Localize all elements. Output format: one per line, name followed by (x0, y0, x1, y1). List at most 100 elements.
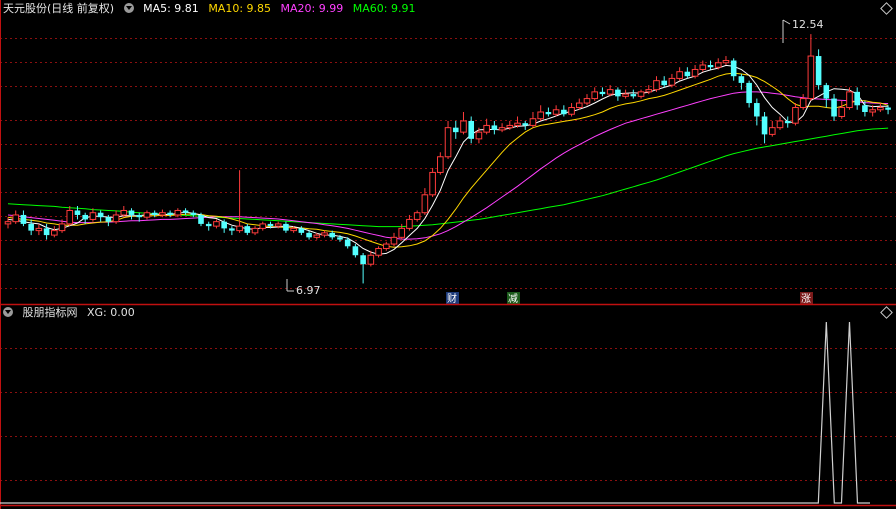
candle (722, 56, 730, 65)
candle (306, 230, 312, 240)
candle-body (645, 89, 653, 93)
candle-body (229, 228, 235, 231)
candle (691, 65, 699, 79)
candle-body (174, 209, 182, 216)
candle (283, 221, 289, 233)
indicator-dropdown-circle-icon[interactable] (3, 307, 13, 317)
candle-body (838, 107, 846, 117)
candle-body (35, 227, 43, 232)
candle-body (537, 111, 544, 120)
candle-body (429, 171, 436, 196)
candle-body (182, 210, 189, 213)
candle-body (89, 212, 97, 220)
candle (599, 87, 606, 97)
kline-chart[interactable]: 12.54 6.97 财 减 涨 (0, 0, 896, 509)
candle (20, 210, 27, 227)
candle (89, 208, 97, 222)
candle-body (606, 89, 614, 95)
dropdown-circle-icon[interactable] (123, 3, 134, 13)
candle-body (854, 91, 860, 106)
candle (12, 210, 20, 224)
candle-body (105, 217, 112, 222)
candle (66, 206, 74, 227)
candle (406, 214, 413, 231)
candle-body (552, 109, 560, 115)
candle-body (637, 91, 645, 97)
candle (591, 87, 599, 101)
candle-body (498, 127, 506, 131)
candle (615, 87, 621, 101)
candle-body (58, 223, 66, 232)
candle-body (738, 76, 745, 83)
high-price-label: 12.54 (792, 18, 824, 31)
candle (815, 49, 822, 90)
candle (444, 120, 452, 159)
stock-title[interactable]: 天元股份(日线 前复权) (3, 2, 114, 15)
candle-body (413, 212, 421, 220)
candle-body (337, 237, 343, 240)
indicator-title[interactable]: 股朋指标网 (23, 306, 78, 319)
event-marker-cai[interactable]: 财 (446, 292, 459, 305)
svg-text:财: 财 (447, 292, 457, 305)
candle (236, 170, 243, 233)
candle-body (784, 120, 791, 124)
candlesticks (4, 34, 891, 284)
candle-body (583, 98, 591, 104)
candle-body (329, 232, 336, 238)
candle-body (128, 210, 135, 215)
candle (799, 94, 807, 110)
candle (622, 89, 629, 99)
candle-body (167, 212, 173, 215)
candle-body (684, 71, 691, 77)
candle-body (398, 227, 406, 238)
candle (676, 67, 683, 81)
candle-body (290, 227, 297, 232)
candle (468, 116, 474, 144)
candle-body (151, 212, 158, 215)
candle-body (622, 93, 629, 97)
candle (768, 120, 776, 137)
candle-body (136, 214, 143, 218)
candle-body (561, 109, 567, 115)
candle-body (529, 118, 537, 126)
candle (854, 87, 860, 110)
candle-body (653, 80, 660, 91)
candle-body (244, 226, 251, 233)
candle (97, 210, 104, 222)
candle-body (112, 214, 120, 223)
ma60-value: MA60: 9.91 (352, 2, 416, 15)
candle-body (298, 228, 305, 233)
candle-body (190, 212, 197, 215)
candle (823, 82, 830, 108)
candle (738, 73, 745, 90)
candle (143, 210, 151, 220)
candle-body (707, 65, 714, 68)
candle-body (267, 223, 274, 227)
candle (452, 120, 459, 139)
candle (575, 98, 583, 110)
candle (229, 226, 235, 236)
candle (382, 241, 390, 251)
candle-body (367, 254, 375, 265)
ma5-value: MA5: 9.81 (143, 2, 199, 15)
candle (684, 67, 691, 79)
candle-body (661, 80, 667, 86)
candle-body (28, 223, 34, 231)
candle-body (591, 91, 599, 100)
candle-body (714, 62, 722, 68)
event-marker-jian[interactable]: 减 (507, 292, 520, 305)
candle-body (382, 243, 390, 250)
candle-body (51, 230, 58, 236)
candle-body (313, 234, 321, 238)
candle (460, 112, 467, 135)
candle (128, 208, 135, 220)
candle-body (599, 91, 606, 95)
candle (4, 217, 12, 229)
candle-body (283, 223, 289, 231)
candle-body (66, 209, 74, 225)
candle-body (522, 123, 529, 126)
event-marker-zhang[interactable]: 涨 (800, 292, 813, 305)
candle (251, 226, 259, 236)
candle (522, 120, 529, 130)
candle (807, 34, 815, 101)
